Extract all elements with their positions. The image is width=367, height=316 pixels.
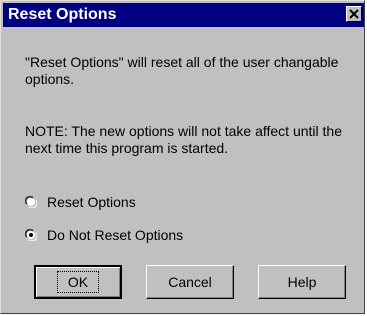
help-button[interactable]: Help <box>258 265 346 299</box>
radio-do-not-reset-options[interactable]: Do Not Reset Options <box>25 226 183 244</box>
window-title: Reset Options <box>8 6 117 23</box>
title-bar: Reset Options <box>3 3 364 27</box>
radio-selected-icon[interactable] <box>25 229 37 241</box>
radio-icon[interactable] <box>25 196 37 208</box>
help-button-label: Help <box>287 274 317 290</box>
ok-button-label: OK <box>56 271 100 293</box>
close-button[interactable] <box>346 6 362 22</box>
reset-description: "Reset Options" will reset all of the us… <box>25 54 339 87</box>
cancel-button-label: Cancel <box>168 274 212 290</box>
restart-note: NOTE: The new options will not take affe… <box>25 123 342 156</box>
radio-label-do-not-reset-options: Do Not Reset Options <box>47 226 184 243</box>
reset-options-dialog: Reset Options "Reset Options" will reset… <box>0 0 365 314</box>
cancel-button[interactable]: Cancel <box>146 265 234 299</box>
radio-label-reset-options: Reset Options <box>47 193 136 210</box>
radio-reset-options[interactable]: Reset Options <box>25 193 136 211</box>
ok-button[interactable]: OK <box>34 265 122 299</box>
close-icon <box>349 9 359 19</box>
